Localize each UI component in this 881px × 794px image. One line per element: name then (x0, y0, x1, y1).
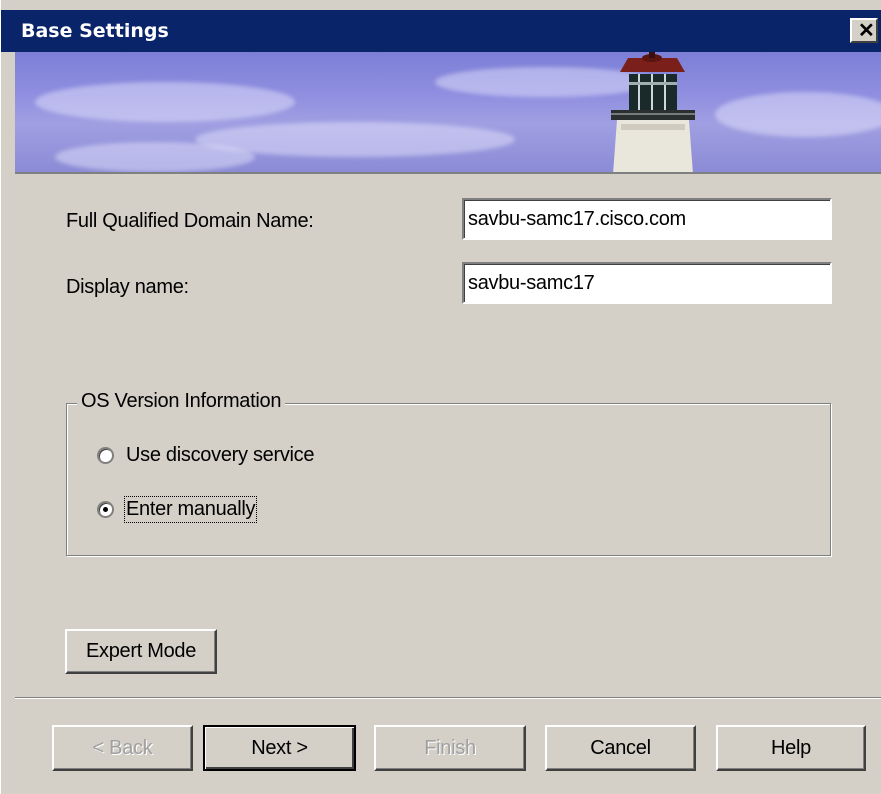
display-name-label: Display name: (66, 276, 189, 298)
radio-label-manually: Enter manually (123, 496, 258, 523)
help-button[interactable]: Help (716, 725, 866, 771)
fqdn-input[interactable] (462, 198, 832, 240)
radio-enter-manually[interactable]: Enter manually (97, 496, 258, 523)
radio-use-discovery[interactable]: Use discovery service (97, 444, 315, 467)
header-banner-image (15, 52, 881, 174)
dialog-title: Base Settings (21, 20, 169, 42)
next-button[interactable]: Next > (203, 725, 356, 771)
display-name-input[interactable] (462, 262, 832, 304)
fqdn-label: Full Qualified Domain Name: (66, 210, 314, 232)
os-version-legend: OS Version Information (77, 390, 286, 413)
lighthouse-icon (611, 52, 695, 172)
back-button[interactable]: < Back (52, 725, 193, 771)
button-separator (15, 697, 881, 699)
finish-button[interactable]: Finish (374, 725, 526, 771)
radio-selected-icon[interactable] (97, 501, 114, 518)
radio-label-discovery: Use discovery service (126, 444, 315, 466)
close-icon: ✕ (858, 20, 875, 42)
radio-unselected-icon[interactable] (97, 447, 114, 464)
base-settings-dialog: Base Settings ✕ Full Qualified Domain Na… (0, 0, 881, 794)
expert-mode-button[interactable]: Expert Mode (65, 629, 217, 674)
title-bar[interactable]: Base Settings ✕ (1, 10, 881, 52)
close-button[interactable]: ✕ (850, 18, 878, 43)
os-version-groupbox (66, 403, 831, 556)
cancel-button[interactable]: Cancel (545, 725, 696, 771)
